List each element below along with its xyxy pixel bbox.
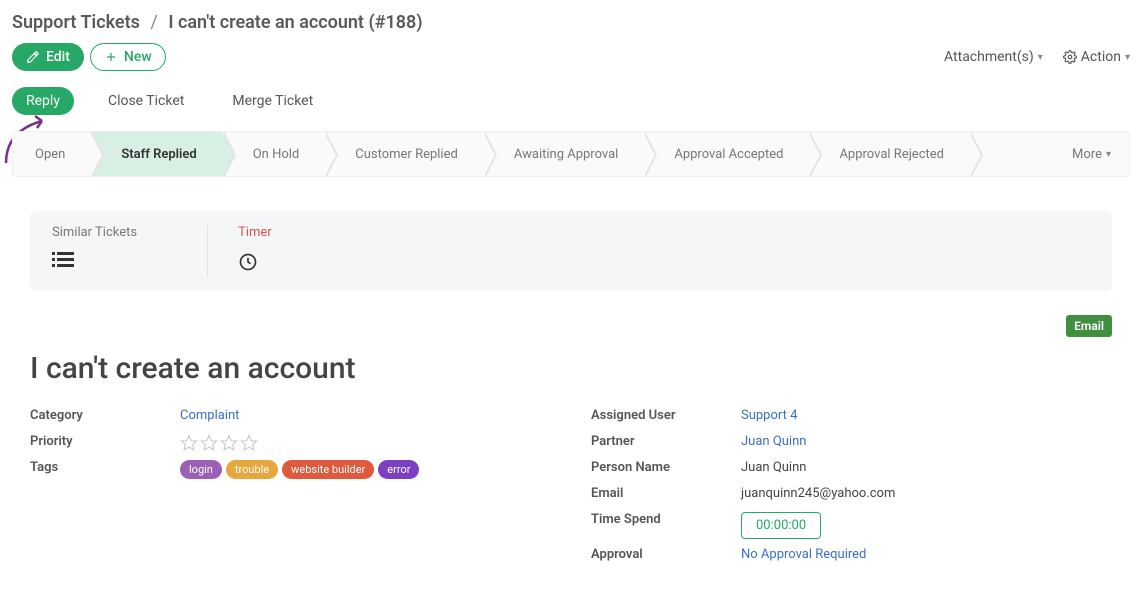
tags-label: Tags bbox=[30, 460, 180, 475]
priority-label: Priority bbox=[30, 434, 180, 449]
action-label: Action bbox=[1081, 49, 1121, 65]
chevron-down-icon: ▾ bbox=[1125, 52, 1130, 63]
source-badge: Email bbox=[1066, 315, 1112, 337]
category-value[interactable]: Complaint bbox=[180, 408, 239, 423]
attachments-button[interactable]: Attachment(s) ▾ bbox=[944, 49, 1043, 65]
approval-value[interactable]: No Approval Required bbox=[741, 547, 866, 562]
breadcrumb-current: I can't create an account (#188) bbox=[168, 12, 422, 33]
tags-container: logintroublewebsite buildererror bbox=[180, 460, 419, 479]
stage-open[interactable]: Open bbox=[13, 132, 91, 176]
category-label: Category bbox=[30, 408, 180, 423]
chevron-down-icon: ▾ bbox=[1038, 52, 1043, 63]
stage-customer-replied[interactable]: Customer Replied bbox=[325, 132, 484, 176]
email-label: Email bbox=[591, 486, 741, 501]
new-button-label: New bbox=[124, 49, 152, 65]
partner-value[interactable]: Juan Quinn bbox=[741, 434, 806, 449]
action-menu-button[interactable]: Action ▾ bbox=[1063, 49, 1130, 65]
plus-icon bbox=[104, 50, 118, 64]
attachments-label: Attachment(s) bbox=[944, 49, 1034, 65]
chevron-down-icon: ▾ bbox=[1106, 149, 1111, 160]
edit-button-label: Edit bbox=[46, 49, 70, 65]
tag-trouble[interactable]: trouble bbox=[226, 460, 278, 479]
star-icon[interactable] bbox=[180, 434, 198, 452]
similar-tickets-label: Similar Tickets bbox=[52, 225, 137, 240]
assigned-user-value[interactable]: Support 4 bbox=[741, 408, 797, 423]
similar-tickets-tab[interactable]: Similar Tickets bbox=[52, 225, 167, 277]
star-icon[interactable] bbox=[220, 434, 238, 452]
gear-icon bbox=[1063, 50, 1077, 64]
merge-ticket-tab[interactable]: Merge Ticket bbox=[218, 87, 327, 115]
breadcrumb-root[interactable]: Support Tickets bbox=[12, 12, 140, 33]
priority-stars[interactable] bbox=[180, 434, 258, 452]
close-ticket-tab[interactable]: Close Ticket bbox=[94, 87, 198, 115]
pipeline-more-button[interactable]: More ▾ bbox=[1054, 132, 1129, 176]
new-button[interactable]: New bbox=[90, 43, 166, 71]
assigned-user-label: Assigned User bbox=[591, 408, 741, 423]
star-icon[interactable] bbox=[200, 434, 218, 452]
partner-label: Partner bbox=[591, 434, 741, 449]
pencil-icon bbox=[26, 50, 40, 64]
breadcrumb: Support Tickets / I can't create an acco… bbox=[12, 12, 1130, 33]
stage-staff-replied[interactable]: Staff Replied bbox=[91, 132, 222, 176]
pipeline-more-label: More bbox=[1072, 147, 1102, 162]
edit-button[interactable]: Edit bbox=[12, 43, 84, 71]
status-pipeline: OpenStaff RepliedOn HoldCustomer Replied… bbox=[12, 131, 1130, 177]
timer-tab[interactable]: Timer bbox=[207, 225, 302, 277]
tag-website-builder[interactable]: website builder bbox=[282, 460, 374, 479]
tag-error[interactable]: error bbox=[378, 460, 419, 479]
person-name-value: Juan Quinn bbox=[741, 460, 806, 475]
person-name-label: Person Name bbox=[591, 460, 741, 475]
stage-approval-accepted[interactable]: Approval Accepted bbox=[644, 132, 809, 176]
clock-icon bbox=[238, 252, 272, 277]
time-spend-label: Time Spend bbox=[591, 512, 741, 527]
stage-on-hold[interactable]: On Hold bbox=[223, 132, 326, 176]
tag-login[interactable]: login bbox=[180, 460, 222, 479]
list-icon bbox=[52, 252, 137, 273]
email-value: juanquinn245@yahoo.com bbox=[741, 486, 895, 501]
stage-awaiting-approval[interactable]: Awaiting Approval bbox=[484, 132, 645, 176]
breadcrumb-separator: / bbox=[150, 12, 157, 33]
stage-approval-rejected[interactable]: Approval Rejected bbox=[809, 132, 970, 176]
approval-label: Approval bbox=[591, 547, 741, 562]
timer-label: Timer bbox=[238, 225, 272, 240]
star-icon[interactable] bbox=[240, 434, 258, 452]
time-spend-value[interactable]: 00:00:00 bbox=[741, 512, 821, 539]
ticket-title: I can't create an account bbox=[12, 343, 1130, 404]
